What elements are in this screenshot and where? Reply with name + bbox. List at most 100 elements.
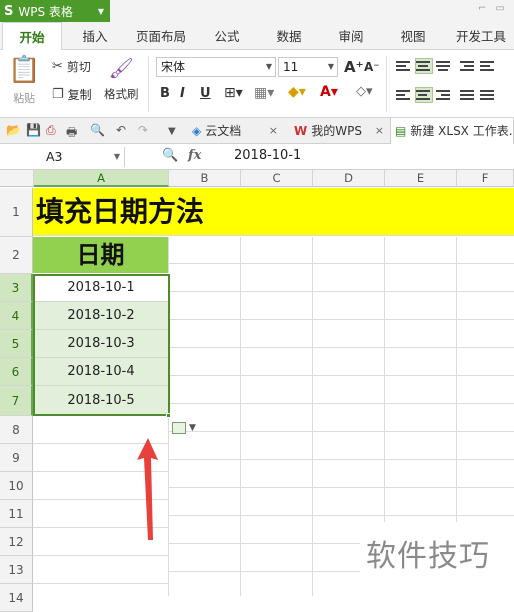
zoom-icon[interactable]: 🔍 xyxy=(162,148,178,163)
column-header-a[interactable]: A xyxy=(34,170,169,187)
align-bottom-icon[interactable] xyxy=(436,59,452,73)
column-header-f[interactable]: F xyxy=(457,170,514,187)
app-menu-button[interactable]: S WPS 表格 ▼ xyxy=(0,0,110,22)
border-icon[interactable]: ⊞▾ xyxy=(224,85,243,101)
customize-dropdown-icon[interactable]: ▼ xyxy=(168,126,176,137)
doc-tab-current[interactable]: ▤ 新建 XLSX 工作表. xyxy=(390,118,514,144)
italic-button[interactable]: I xyxy=(180,86,185,101)
wps-logo-icon: S xyxy=(4,3,14,19)
tab-insert[interactable]: 插入 xyxy=(70,22,120,50)
app-bar: S WPS 表格 ▼ ⌐ ▭ xyxy=(0,0,514,22)
tab-data[interactable]: 数据 xyxy=(264,22,314,50)
font-color-icon[interactable]: A▾ xyxy=(320,84,338,100)
date-cell[interactable]: 2018-10-3 xyxy=(33,330,169,358)
open-folder-icon[interactable]: 📂 xyxy=(6,123,21,137)
cut-label: 剪切 xyxy=(66,60,91,74)
copy-button[interactable]: ❐ 复制 xyxy=(52,86,92,103)
formula-input[interactable]: 2018-10-1 xyxy=(234,148,301,163)
font-name-value: 宋体 xyxy=(161,60,186,74)
align-center-icon[interactable] xyxy=(415,87,433,103)
auto-fill-options-button[interactable]: ▼ xyxy=(172,419,202,437)
divider xyxy=(148,56,149,112)
row-header-1[interactable]: 1 xyxy=(0,188,33,237)
quick-access-bar: 📂 💾 ⎙ 🖶 🔍 ↶ ↷ ▼ ◈ 云文档 × W 我的WPS × ▤ 新建 X… xyxy=(0,118,514,144)
tab-view[interactable]: 视图 xyxy=(388,22,438,50)
align-middle-icon[interactable] xyxy=(415,58,433,74)
column-header-d[interactable]: D xyxy=(313,170,385,187)
fx-button[interactable]: fx xyxy=(188,148,201,163)
date-cell[interactable]: 2018-10-1 xyxy=(33,274,169,302)
row-header-13[interactable]: 13 xyxy=(0,556,33,584)
brush-icon: 🖌 xyxy=(108,56,134,80)
date-cell[interactable]: 2018-10-2 xyxy=(33,302,169,330)
fill-handle[interactable] xyxy=(166,413,171,418)
font-size-value: 11 xyxy=(283,60,299,74)
row-header-5[interactable]: 5 xyxy=(0,330,33,358)
outdent-icon[interactable] xyxy=(480,59,496,73)
column-header-e[interactable]: E xyxy=(385,170,457,187)
distribute-icon[interactable] xyxy=(480,88,496,102)
paste-button[interactable]: 📋 粘贴 xyxy=(8,56,40,106)
name-box[interactable]: A3 ▼ xyxy=(0,147,125,167)
column-header-b[interactable]: B xyxy=(169,170,241,187)
doc-tab-mywps[interactable]: W 我的WPS × xyxy=(290,118,388,144)
clear-format-icon[interactable]: ◇▾ xyxy=(356,84,373,99)
window-controls[interactable]: ⌐ ▭ xyxy=(478,3,508,14)
wps-w-icon: W xyxy=(294,124,308,138)
ribbon-panel: 📋 粘贴 ✂ 剪切 ❐ 复制 🖌 格式刷 宋体 ▼ 11 ▼ A⁺ A⁻ B I… xyxy=(0,50,514,118)
row-header-14[interactable]: 14 xyxy=(0,584,33,612)
justify-icon[interactable] xyxy=(460,88,476,102)
doc-tab-cloud[interactable]: ◈ 云文档 × xyxy=(188,118,282,144)
font-name-select[interactable]: 宋体 ▼ xyxy=(156,57,276,77)
ribbon-tabs: 开始 插入 页面布局 公式 数据 审阅 视图 开发工具 xyxy=(0,22,514,51)
cut-button[interactable]: ✂ 剪切 xyxy=(52,58,91,75)
close-icon[interactable]: × xyxy=(269,118,278,144)
row-header-4[interactable]: 4 xyxy=(0,302,33,330)
redo-icon[interactable]: ↷ xyxy=(138,123,148,137)
column-header-c[interactable]: C xyxy=(241,170,313,187)
save-icon[interactable]: 💾 xyxy=(26,123,41,137)
decrease-font-icon[interactable]: A⁻ xyxy=(364,60,380,74)
date-cell[interactable]: 2018-10-5 xyxy=(33,386,169,416)
copy-icon: ❐ xyxy=(52,87,64,102)
underline-button[interactable]: U xyxy=(200,86,211,101)
indent-icon[interactable] xyxy=(460,59,476,73)
export-pdf-icon[interactable]: ⎙ xyxy=(46,123,56,138)
print-preview-icon[interactable]: 🔍 xyxy=(90,123,105,137)
cube-icon: ◈ xyxy=(192,124,202,138)
header-cell[interactable]: 日期 xyxy=(33,237,169,273)
align-top-icon[interactable] xyxy=(396,59,412,73)
align-left-icon[interactable] xyxy=(396,88,412,102)
date-cell[interactable]: 2018-10-4 xyxy=(33,358,169,386)
row-header-6[interactable]: 6 xyxy=(0,358,33,386)
align-right-icon[interactable] xyxy=(436,88,452,102)
tab-developer[interactable]: 开发工具 xyxy=(448,22,514,50)
font-size-select[interactable]: 11 ▼ xyxy=(278,57,338,77)
title-cell[interactable]: 填充日期方法 xyxy=(33,188,514,236)
increase-font-icon[interactable]: A⁺ xyxy=(344,58,364,76)
close-icon[interactable]: × xyxy=(375,118,384,144)
chevron-down-icon: ▼ xyxy=(97,6,104,16)
cell-style-icon[interactable]: ▦▾ xyxy=(254,85,274,101)
tab-page-layout[interactable]: 页面布局 xyxy=(128,22,194,50)
row-header-2[interactable]: 2 xyxy=(0,237,33,274)
chevron-down-icon: ▼ xyxy=(189,423,196,433)
bold-button[interactable]: B xyxy=(160,86,170,101)
chevron-down-icon: ▼ xyxy=(113,152,120,161)
row-header-10[interactable]: 10 xyxy=(0,472,33,500)
row-header-3[interactable]: 3 xyxy=(0,274,33,302)
row-header-8[interactable]: 8 xyxy=(0,416,33,444)
app-title: WPS 表格 xyxy=(18,4,73,19)
print-icon[interactable]: 🖶 xyxy=(66,123,77,144)
row-header-9[interactable]: 9 xyxy=(0,444,33,472)
tab-review[interactable]: 审阅 xyxy=(326,22,376,50)
row-header-12[interactable]: 12 xyxy=(0,528,33,556)
tab-start[interactable]: 开始 xyxy=(2,22,62,51)
tab-formulas[interactable]: 公式 xyxy=(202,22,252,50)
undo-icon[interactable]: ↶ xyxy=(116,123,126,137)
fill-color-icon[interactable]: ◆▾ xyxy=(288,84,306,100)
select-all-corner[interactable] xyxy=(0,170,34,187)
row-header-11[interactable]: 11 xyxy=(0,500,33,528)
row-header-7[interactable]: 7 xyxy=(0,386,33,416)
format-painter-button[interactable]: 🖌 格式刷 xyxy=(104,56,139,102)
